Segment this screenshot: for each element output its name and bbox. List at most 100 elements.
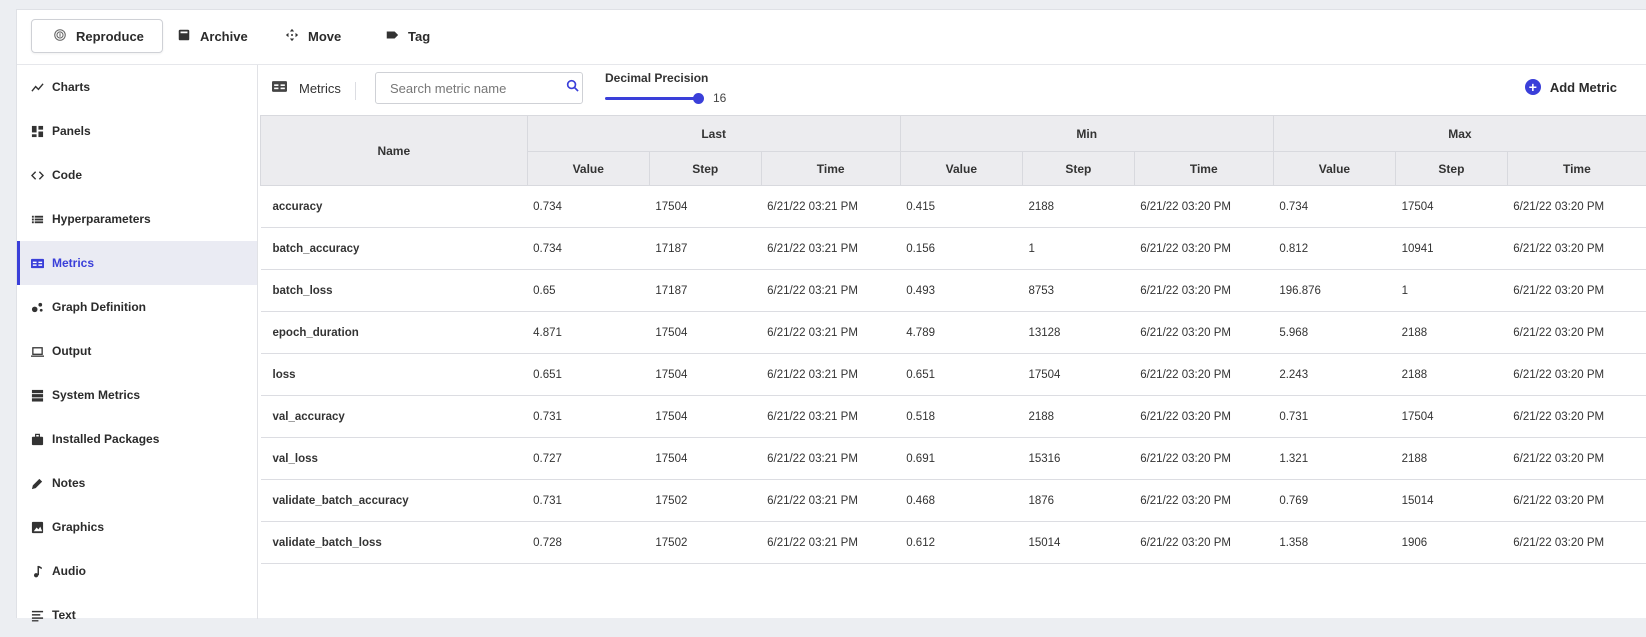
last-time-cell: 6/21/22 03:21 PM [761, 480, 900, 522]
sidebar-item-graphics[interactable]: Graphics [17, 505, 257, 549]
move-button[interactable]: Move [275, 19, 351, 53]
max-time-cell: 6/21/22 03:20 PM [1507, 228, 1646, 270]
metric-name-cell: validate_batch_accuracy [261, 480, 528, 522]
sidebar-item-label: Graphics [52, 520, 104, 534]
fingerprint-icon [53, 28, 67, 45]
sidebar-item-text[interactable]: Text [17, 593, 257, 637]
min-step-cell: 2188 [1022, 186, 1134, 228]
column-header-time[interactable]: Time [1507, 152, 1646, 186]
max-time-cell: 6/21/22 03:20 PM [1507, 438, 1646, 480]
table-row[interactable]: val_loss0.727175046/21/22 03:21 PM0.6911… [261, 438, 1646, 480]
max-time-cell: 6/21/22 03:20 PM [1507, 354, 1646, 396]
table-row[interactable]: accuracy0.734175046/21/22 03:21 PM0.4152… [261, 186, 1646, 228]
last-time-cell: 6/21/22 03:21 PM [761, 354, 900, 396]
max-time-cell: 6/21/22 03:20 PM [1507, 186, 1646, 228]
sidebar-item-panels[interactable]: Panels [17, 109, 257, 153]
min-value-cell: 0.468 [900, 480, 1022, 522]
app-frame: Reproduce Archive Move Tag Charts [16, 9, 1646, 618]
column-header-time[interactable]: Time [761, 152, 900, 186]
last-step-cell: 17502 [649, 480, 761, 522]
max-value-cell: 0.734 [1273, 186, 1395, 228]
last-step-cell: 17504 [649, 312, 761, 354]
sidebar: Charts Panels Code Hyperparameters Metri… [17, 65, 258, 619]
last-value-cell: 0.734 [527, 186, 649, 228]
min-value-cell: 0.691 [900, 438, 1022, 480]
max-step-cell: 17504 [1396, 186, 1508, 228]
column-header-value[interactable]: Value [900, 152, 1022, 186]
last-step-cell: 17187 [649, 228, 761, 270]
tag-label: Tag [408, 29, 430, 44]
column-header-name[interactable]: Name [261, 116, 528, 186]
table-row[interactable]: epoch_duration4.871175046/21/22 03:21 PM… [261, 312, 1646, 354]
column-header-time[interactable]: Time [1134, 152, 1273, 186]
min-value-cell: 0.493 [900, 270, 1022, 312]
table-row[interactable]: val_accuracy0.731175046/21/22 03:21 PM0.… [261, 396, 1646, 438]
reproduce-button[interactable]: Reproduce [31, 19, 163, 53]
min-time-cell: 6/21/22 03:20 PM [1134, 438, 1273, 480]
max-step-cell: 1906 [1396, 522, 1508, 564]
tag-icon [385, 28, 399, 45]
slider-thumb[interactable] [693, 93, 704, 104]
slider-track [605, 97, 702, 100]
sidebar-item-label: Charts [52, 80, 90, 94]
move-icon [285, 28, 299, 45]
last-value-cell: 0.734 [527, 228, 649, 270]
column-group-last: Last [527, 116, 900, 152]
pencil-icon [30, 476, 44, 490]
last-value-cell: 0.728 [527, 522, 649, 564]
sidebar-item-label: Installed Packages [52, 432, 159, 446]
sidebar-item-hyperparameters[interactable]: Hyperparameters [17, 197, 257, 241]
sidebar-item-installed-packages[interactable]: Installed Packages [17, 417, 257, 461]
max-value-cell: 0.731 [1273, 396, 1395, 438]
sidebar-item-label: Output [52, 344, 91, 358]
column-header-step[interactable]: Step [1022, 152, 1134, 186]
last-step-cell: 17504 [649, 438, 761, 480]
max-step-cell: 1 [1396, 270, 1508, 312]
column-header-step[interactable]: Step [1396, 152, 1508, 186]
sidebar-item-code[interactable]: Code [17, 153, 257, 197]
decimal-precision-value: 16 [713, 91, 726, 105]
last-step-cell: 17504 [649, 354, 761, 396]
min-time-cell: 6/21/22 03:20 PM [1134, 522, 1273, 564]
sidebar-item-audio[interactable]: Audio [17, 549, 257, 593]
min-step-cell: 15014 [1022, 522, 1134, 564]
last-value-cell: 4.871 [527, 312, 649, 354]
table-row[interactable]: validate_batch_loss0.728175026/21/22 03:… [261, 522, 1646, 564]
search-icon[interactable] [566, 79, 579, 97]
add-metric-button[interactable]: + Add Metric [1525, 79, 1617, 95]
column-header-value[interactable]: Value [1273, 152, 1395, 186]
metrics-header: Metrics Decimal Precision 16 + Add Metri… [258, 65, 1646, 115]
table-row[interactable]: batch_loss0.65171876/21/22 03:21 PM0.493… [261, 270, 1646, 312]
music-note-icon [30, 564, 44, 578]
min-time-cell: 6/21/22 03:20 PM [1134, 396, 1273, 438]
decimal-precision-slider[interactable] [605, 93, 704, 105]
list-icon [30, 212, 44, 226]
sidebar-item-system-metrics[interactable]: System Metrics [17, 373, 257, 417]
table-row[interactable]: loss0.651175046/21/22 03:21 PM0.65117504… [261, 354, 1646, 396]
column-header-value[interactable]: Value [527, 152, 649, 186]
last-time-cell: 6/21/22 03:21 PM [761, 396, 900, 438]
sidebar-item-charts[interactable]: Charts [17, 65, 257, 109]
search-input[interactable] [390, 81, 566, 96]
sidebar-item-notes[interactable]: Notes [17, 461, 257, 505]
sidebar-item-output[interactable]: Output [17, 329, 257, 373]
sidebar-item-metrics[interactable]: Metrics [17, 241, 257, 285]
table-row[interactable]: batch_accuracy0.734171876/21/22 03:21 PM… [261, 228, 1646, 270]
min-step-cell: 13128 [1022, 312, 1134, 354]
metrics-title: Metrics [272, 79, 341, 97]
max-step-cell: 2188 [1396, 312, 1508, 354]
archive-button[interactable]: Archive [167, 19, 258, 53]
table-row[interactable]: validate_batch_accuracy0.731175026/21/22… [261, 480, 1646, 522]
metric-name-cell: accuracy [261, 186, 528, 228]
min-step-cell: 2188 [1022, 396, 1134, 438]
max-time-cell: 6/21/22 03:20 PM [1507, 270, 1646, 312]
tag-button[interactable]: Tag [375, 19, 440, 53]
column-header-step[interactable]: Step [649, 152, 761, 186]
last-value-cell: 0.65 [527, 270, 649, 312]
metrics-icon [272, 79, 287, 97]
last-time-cell: 6/21/22 03:21 PM [761, 522, 900, 564]
last-time-cell: 6/21/22 03:21 PM [761, 312, 900, 354]
sidebar-item-graph-definition[interactable]: Graph Definition [17, 285, 257, 329]
metrics-table: Name Last Min Max Value Step Time Value … [260, 115, 1646, 564]
move-label: Move [308, 29, 341, 44]
